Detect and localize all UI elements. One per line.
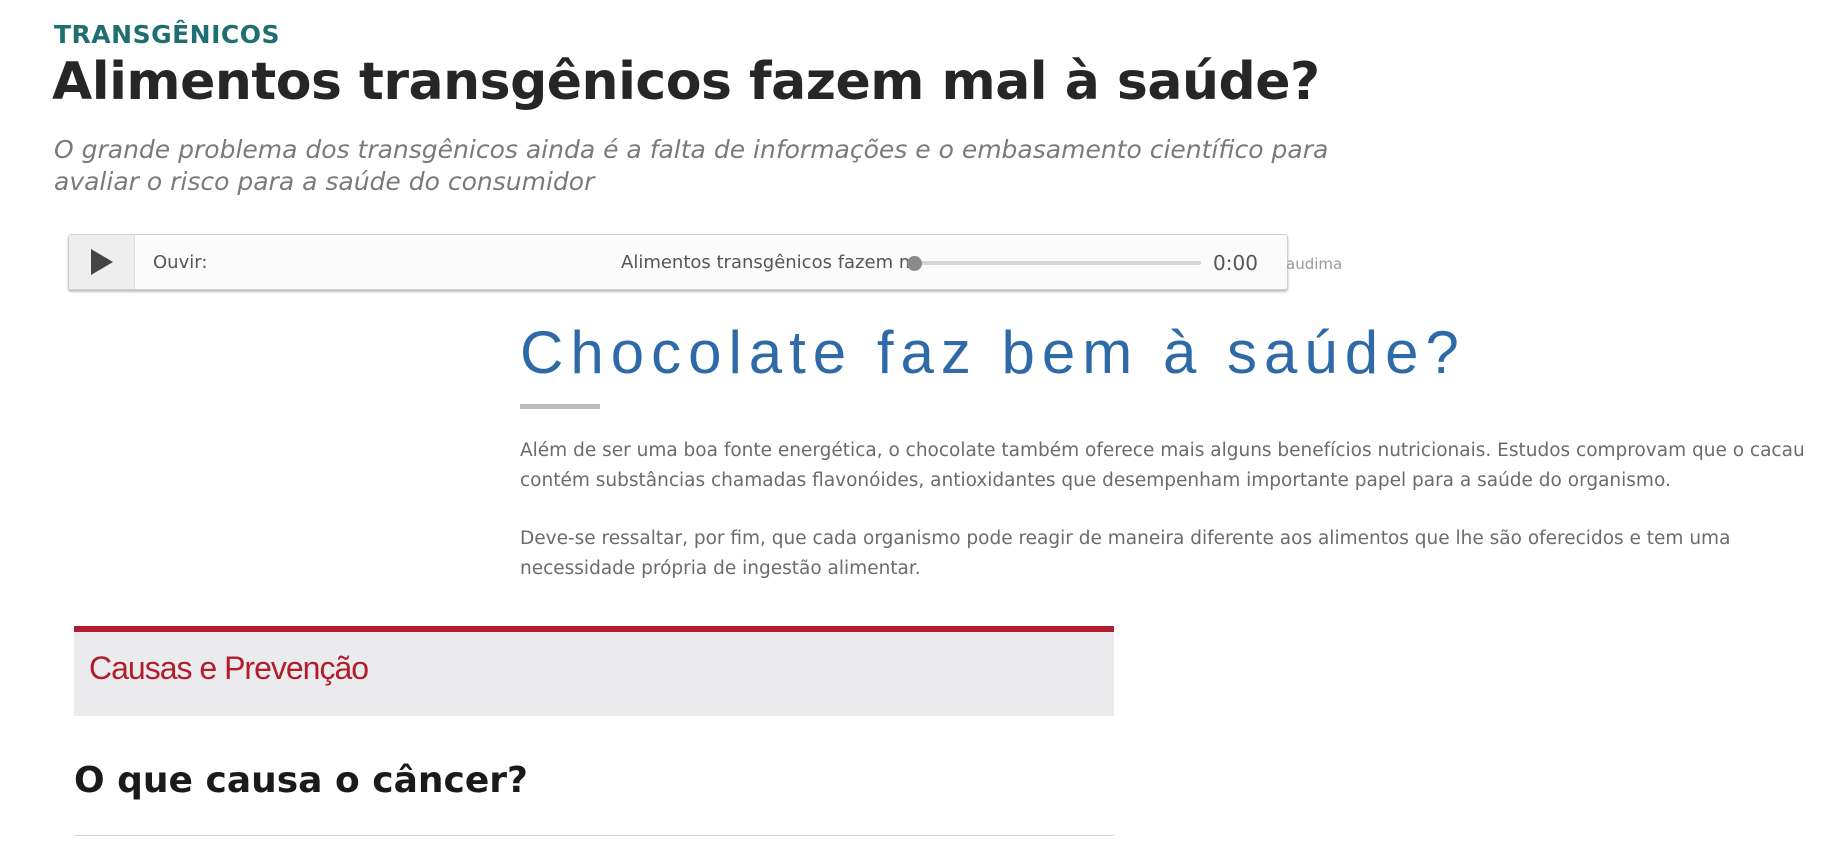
article-subheadline: O grande problema dos transgênicos ainda… [54,135,1329,196]
player-brand-link[interactable]: audima [1286,255,1342,273]
divider [74,835,1114,836]
player-track-title: Alimentos transgênicos fazem mal à saúde… [621,252,916,273]
progress-rail [915,261,1201,265]
player-time: 0:00 [1213,251,1258,275]
box-title[interactable]: Causas e Prevenção [89,650,369,687]
title-underline [520,404,600,409]
section-title: Chocolate faz bem à saúde? [520,319,1466,386]
player-label: Ouvir: [153,252,208,273]
play-button[interactable] [69,235,135,289]
play-icon [90,249,113,275]
article-category[interactable]: TRANSGÊNICOS [54,20,280,49]
causes-prevention-box: Causas e Prevenção [74,626,1114,716]
progress-knob[interactable] [907,256,922,271]
section-paragraph: Além de ser uma boa fonte energética, o … [520,440,1805,491]
article-headline: Alimentos transgênicos fazem mal à saúde… [52,52,1320,112]
player-progress-slider[interactable] [907,256,1201,271]
section-paragraph: Deve-se ressaltar, por fim, que cada org… [520,528,1731,579]
audio-player: Ouvir: Alimentos transgênicos fazem mal … [68,234,1342,290]
faq-question: O que causa o câncer? [74,760,528,801]
